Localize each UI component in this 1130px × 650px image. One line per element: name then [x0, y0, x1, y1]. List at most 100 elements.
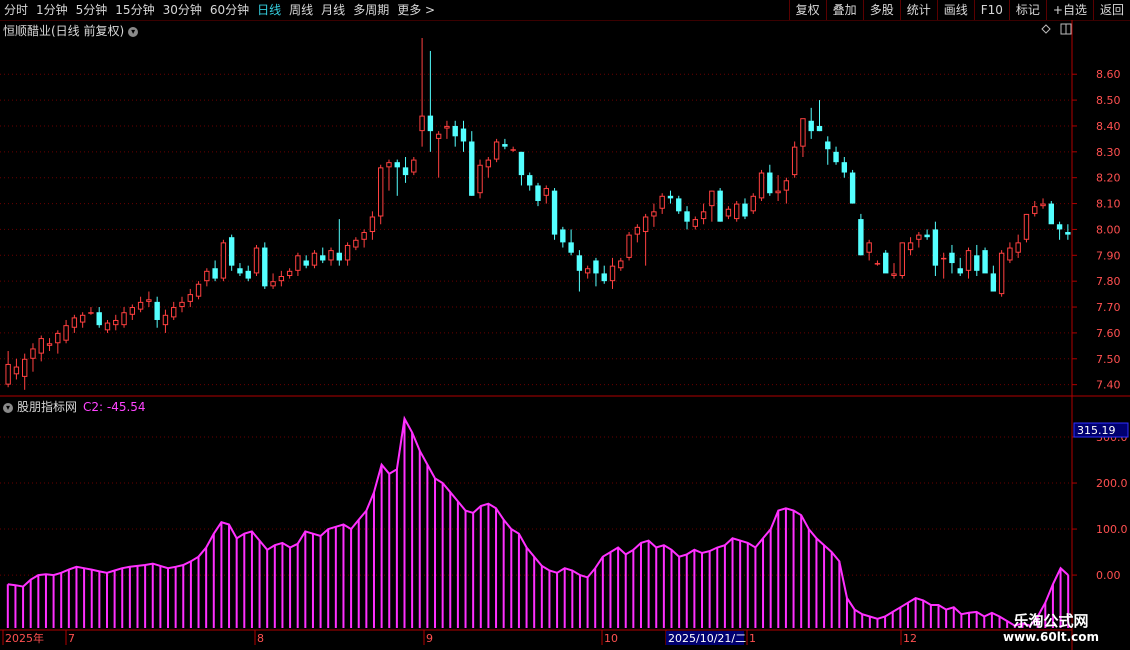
candle-body	[311, 252, 318, 266]
time-tick-label: 2025/10/21/二	[668, 632, 746, 645]
candle	[38, 335, 44, 362]
price-tick-label: 7.80	[1096, 275, 1121, 288]
axes: 8.60 8.50 8.40 8.30 8.20 8.10 8.00 7.90 7.80 7.70…	[2, 68, 1129, 645]
candle-body	[510, 149, 516, 151]
candle	[667, 190, 674, 204]
candle-body	[891, 273, 897, 277]
candle-body	[55, 332, 61, 344]
candle	[1065, 224, 1071, 240]
candle	[543, 185, 549, 204]
candle	[460, 120, 467, 152]
candle	[30, 343, 36, 372]
candle	[883, 250, 889, 274]
candle	[568, 229, 574, 256]
candle-body	[46, 343, 53, 346]
candle	[220, 239, 227, 282]
candle-body	[129, 307, 136, 315]
candle	[1023, 213, 1030, 243]
candle-body	[13, 366, 20, 375]
chart-frame	[0, 20, 1130, 650]
candle	[965, 247, 972, 279]
candle	[816, 100, 823, 132]
candle	[725, 206, 732, 220]
candle	[361, 229, 367, 248]
candle-body	[841, 162, 848, 173]
candle	[320, 247, 326, 264]
candle	[303, 255, 309, 269]
candle-body	[378, 167, 384, 217]
candle-body	[353, 239, 359, 248]
candle-body	[63, 325, 69, 341]
candle-body	[676, 198, 682, 212]
candle-body	[237, 268, 243, 274]
candle	[336, 219, 342, 266]
candle-body	[187, 294, 193, 302]
candle	[104, 319, 111, 333]
candle	[427, 50, 434, 152]
candle	[369, 211, 376, 240]
price-tick-label: 7.40	[1096, 379, 1121, 392]
candle-body	[1048, 203, 1054, 225]
candle	[626, 232, 632, 261]
candle	[137, 296, 144, 313]
candle-body	[1056, 224, 1063, 230]
candle-body	[30, 348, 36, 359]
candle	[1007, 242, 1013, 264]
candle-body	[527, 175, 533, 186]
candle	[493, 138, 500, 163]
candle-body	[179, 301, 185, 308]
candle	[71, 314, 78, 333]
candle-body	[783, 180, 790, 191]
time-tick-label: 1	[749, 632, 756, 645]
candle	[96, 307, 102, 328]
candle	[593, 257, 599, 287]
time-tick-label: 9	[426, 632, 433, 645]
candle-body	[171, 307, 177, 318]
candle-body	[932, 229, 939, 266]
candle	[1056, 221, 1063, 240]
candle-body	[435, 133, 442, 139]
candle-body	[560, 229, 566, 243]
candle-body	[907, 242, 914, 251]
candle	[527, 172, 533, 191]
candle	[278, 270, 285, 287]
candle	[750, 193, 756, 214]
candle	[353, 237, 359, 251]
watermark-url: www.60lt.com	[1002, 630, 1100, 644]
candle-body	[320, 255, 326, 261]
candle	[328, 247, 334, 266]
candle-body	[775, 190, 781, 194]
candle-body	[220, 242, 227, 279]
candle-body	[576, 255, 583, 271]
candle	[618, 257, 624, 271]
candle-body	[982, 250, 988, 274]
candle-body	[286, 270, 293, 276]
candle-body	[940, 257, 947, 260]
candle-body	[709, 190, 715, 207]
candle	[435, 131, 442, 178]
candle-body	[742, 203, 748, 217]
time-tick-label: 12	[903, 632, 917, 645]
candle	[808, 107, 814, 139]
candle	[63, 319, 69, 344]
candle	[162, 309, 169, 333]
price-grid	[0, 73, 1072, 386]
current-value-label: 315.19	[1077, 424, 1116, 437]
candle-body	[734, 203, 740, 220]
time-tick-label: 2025年	[5, 631, 44, 645]
candle	[121, 307, 127, 328]
chart-canvas[interactable]: 8.60 8.50 8.40 8.30 8.20 8.10 8.00 7.90 7.80 7.70…	[0, 0, 1130, 650]
candle	[775, 175, 781, 201]
candle	[469, 131, 475, 196]
candle-body	[485, 159, 492, 168]
price-tick-label: 7.70	[1096, 301, 1121, 314]
candle	[866, 239, 872, 261]
candle-body	[104, 322, 111, 331]
candle	[551, 188, 558, 240]
candle	[22, 353, 28, 390]
candle-body	[460, 128, 467, 142]
candle-body	[79, 314, 86, 323]
candle-body	[883, 252, 889, 274]
candle-body	[154, 301, 160, 320]
candle-body	[634, 226, 641, 235]
